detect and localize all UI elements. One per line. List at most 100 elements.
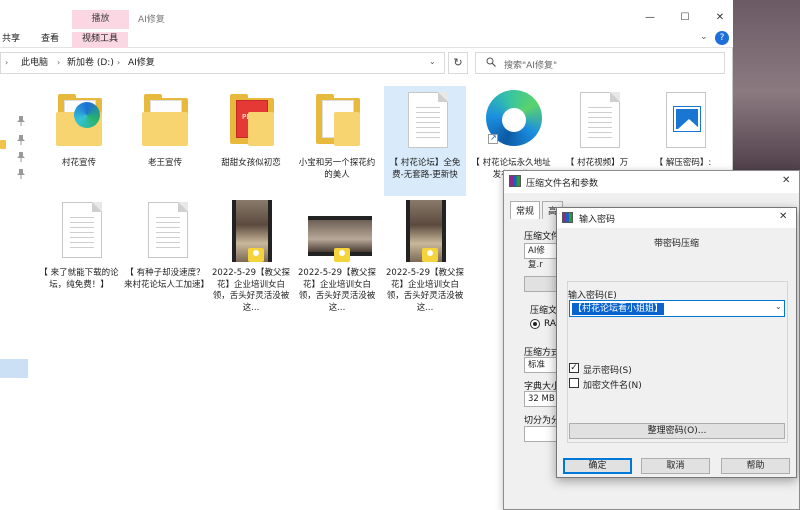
winrar-icon bbox=[562, 212, 573, 223]
tab-share[interactable]: 共享 bbox=[2, 32, 20, 48]
pin-icon[interactable] bbox=[17, 152, 25, 162]
chevron-down-icon[interactable]: ⌄ bbox=[775, 302, 782, 311]
file-label: 【 有种子却没速度？来村花论坛人工加速】 bbox=[124, 268, 210, 290]
dictionary-size-select[interactable]: 32 MB bbox=[524, 391, 560, 407]
file-item[interactable]: 【 村花视频】万 bbox=[556, 88, 638, 170]
close-icon[interactable]: ✕ bbox=[782, 175, 790, 186]
folder-icon bbox=[136, 88, 194, 154]
maximize-button[interactable]: ☐ bbox=[675, 9, 695, 27]
folder-icon: PDF bbox=[222, 88, 280, 154]
text-document-icon bbox=[568, 88, 626, 154]
chevron-right-icon: › bbox=[57, 58, 61, 67]
file-item[interactable]: 2022-5-29【教父探花】企业培训女白领，舌头好灵活没被这... bbox=[296, 198, 378, 314]
chevron-down-icon[interactable]: ⌄ bbox=[429, 57, 436, 66]
file-item[interactable]: 老王宣传 bbox=[124, 88, 206, 170]
file-item[interactable]: 2022-5-29【教父探花】企业培训女白领，舌头好灵活没被这... bbox=[384, 198, 466, 314]
ribbon: 播放 AI修复 共享 查看 视频工具 — ☐ ✕ ⌄ ? bbox=[0, 0, 733, 48]
chevron-right-icon: › bbox=[117, 58, 121, 67]
file-label: 小宝和另一个探花约的美人 bbox=[298, 158, 376, 180]
password-input[interactable]: 【村花论坛看小姐姐】 ⌄ bbox=[569, 300, 785, 317]
password-value: 【村花论坛看小姐姐】 bbox=[572, 303, 665, 315]
password-dialog: 输入密码 ✕ 带密码压缩 输入密码(E) 【村花论坛看小姐姐】 ⌄ ✓ 显示密码… bbox=[556, 207, 797, 478]
encrypt-filenames-label: 加密文件名(N) bbox=[583, 381, 642, 391]
pin-icon[interactable] bbox=[17, 135, 25, 145]
video-thumbnail bbox=[222, 198, 280, 264]
search-input[interactable]: 搜索"AI修复" bbox=[475, 52, 725, 74]
window-title: AI修复 bbox=[138, 15, 165, 25]
organize-passwords-button[interactable]: 整理密码(O)... bbox=[569, 423, 785, 439]
file-item-selected[interactable]: 【 村花论坛】全免费-无套路-更新快 bbox=[384, 86, 466, 196]
text-document-icon bbox=[136, 198, 194, 264]
ok-button[interactable]: 确定 bbox=[563, 458, 632, 474]
pin-icon[interactable] bbox=[17, 169, 25, 179]
dialog-title-bar: 压缩文件名和参数 ✕ bbox=[504, 171, 799, 193]
player-badge-icon bbox=[334, 248, 350, 262]
player-badge-icon bbox=[248, 248, 264, 262]
help-button[interactable]: 帮助 bbox=[721, 458, 790, 474]
file-label: 2022-5-29【教父探花】企业培训女白领，舌头好灵活没被这... bbox=[386, 268, 464, 313]
dialog-heading: 带密码压缩 bbox=[653, 239, 699, 249]
refresh-button[interactable]: ↻ bbox=[448, 52, 468, 74]
file-label: 甜甜女孩似初恋 bbox=[221, 158, 281, 168]
file-label: 【 村花视频】万 bbox=[565, 158, 629, 168]
file-item[interactable]: 村花宣传 bbox=[38, 88, 120, 170]
folder-icon bbox=[308, 88, 366, 154]
split-volumes-field[interactable] bbox=[524, 426, 560, 442]
file-label: 【 村花论坛】全免费-无套路-更新快 bbox=[389, 158, 461, 180]
tab-general[interactable]: 常规 bbox=[510, 201, 541, 219]
dialog-title: 输入密码 bbox=[579, 215, 616, 225]
breadcrumb-this-pc[interactable]: 此电脑 bbox=[21, 53, 48, 73]
file-label: 老王宣传 bbox=[147, 158, 182, 168]
folder-icon bbox=[50, 88, 108, 154]
tab-video-tools[interactable]: 视频工具 bbox=[72, 32, 129, 48]
folder-icon[interactable] bbox=[0, 140, 6, 149]
file-item[interactable]: 小宝和另一个探花约的美人 bbox=[296, 88, 378, 181]
close-icon[interactable]: ✕ bbox=[779, 211, 787, 222]
file-label: 【 来了就能下载的论坛，纯免费！】 bbox=[39, 268, 119, 290]
text-document-icon bbox=[396, 88, 454, 154]
nav-selected-item[interactable] bbox=[0, 359, 28, 378]
dialog-title-bar: 输入密码 ✕ bbox=[557, 208, 796, 228]
chevron-right-icon: › bbox=[5, 58, 9, 67]
encrypt-filenames-checkbox[interactable] bbox=[569, 378, 579, 388]
help-icon[interactable]: ? bbox=[715, 31, 729, 45]
file-label: 2022-5-29【教父探花】企业培训女白领，舌头好灵活没被这... bbox=[298, 268, 376, 313]
file-label: 2022-5-29【教父探花】企业培训女白领，舌头好灵活没被这... bbox=[212, 268, 290, 313]
split-volumes-label: 切分为分 bbox=[524, 416, 561, 426]
tab-view[interactable]: 查看 bbox=[41, 32, 59, 48]
ribbon-context-tab-play[interactable]: 播放 bbox=[72, 10, 129, 29]
close-button[interactable]: ✕ bbox=[710, 9, 730, 27]
file-label: 村花宣传 bbox=[61, 158, 96, 168]
navigation-pane bbox=[0, 80, 30, 510]
file-item[interactable]: 【 来了就能下载的论坛，纯免费！】 bbox=[38, 198, 120, 291]
video-thumbnail bbox=[396, 198, 454, 264]
breadcrumb-ai-fix[interactable]: AI修复 bbox=[128, 53, 155, 73]
file-item[interactable]: 【 村花论坛永久地址发布页 此 bbox=[470, 88, 552, 181]
cancel-button[interactable]: 取消 bbox=[641, 458, 710, 474]
chevron-down-icon[interactable]: ⌄ bbox=[700, 32, 708, 42]
archive-name-label: 压缩文件 bbox=[524, 232, 561, 242]
breadcrumb-drive-d[interactable]: 新加卷 (D:) bbox=[67, 53, 114, 73]
search-icon bbox=[486, 57, 496, 67]
winrar-icon bbox=[509, 175, 521, 187]
dialog-title: 压缩文件名和参数 bbox=[526, 179, 599, 189]
video-thumbnail bbox=[308, 198, 372, 264]
file-item[interactable]: 2022-5-29【教父探花】企业培训女白领，舌头好灵活没被这... bbox=[210, 198, 292, 314]
archive-name-field[interactable]: AI修复.r bbox=[524, 243, 560, 270]
player-badge-icon bbox=[422, 248, 438, 262]
edge-browser-icon bbox=[482, 88, 542, 154]
file-item[interactable]: PDF 甜甜女孩似初恋 bbox=[210, 88, 292, 170]
rar-radio[interactable] bbox=[530, 319, 540, 329]
browse-button[interactable] bbox=[524, 276, 560, 292]
file-label: 【 解压密码】: bbox=[654, 158, 712, 168]
minimize-button[interactable]: — bbox=[640, 9, 660, 27]
image-file-icon bbox=[654, 88, 712, 154]
file-item[interactable]: 【 有种子却没速度？来村花论坛人工加速】 bbox=[124, 198, 210, 291]
search-placeholder: 搜索"AI修复" bbox=[504, 61, 558, 71]
show-password-checkbox[interactable]: ✓ bbox=[569, 363, 579, 373]
file-item[interactable]: 【 解压密码】: bbox=[642, 88, 724, 170]
address-bar[interactable]: › 此电脑 › 新加卷 (D:) › AI修复 ⌄ bbox=[0, 52, 445, 74]
pin-icon[interactable] bbox=[17, 116, 25, 126]
address-bar-row: › 此电脑 › 新加卷 (D:) › AI修复 ⌄ ↻ 搜索"AI修复" bbox=[0, 52, 733, 74]
compression-method-select[interactable]: 标准 bbox=[524, 357, 560, 373]
